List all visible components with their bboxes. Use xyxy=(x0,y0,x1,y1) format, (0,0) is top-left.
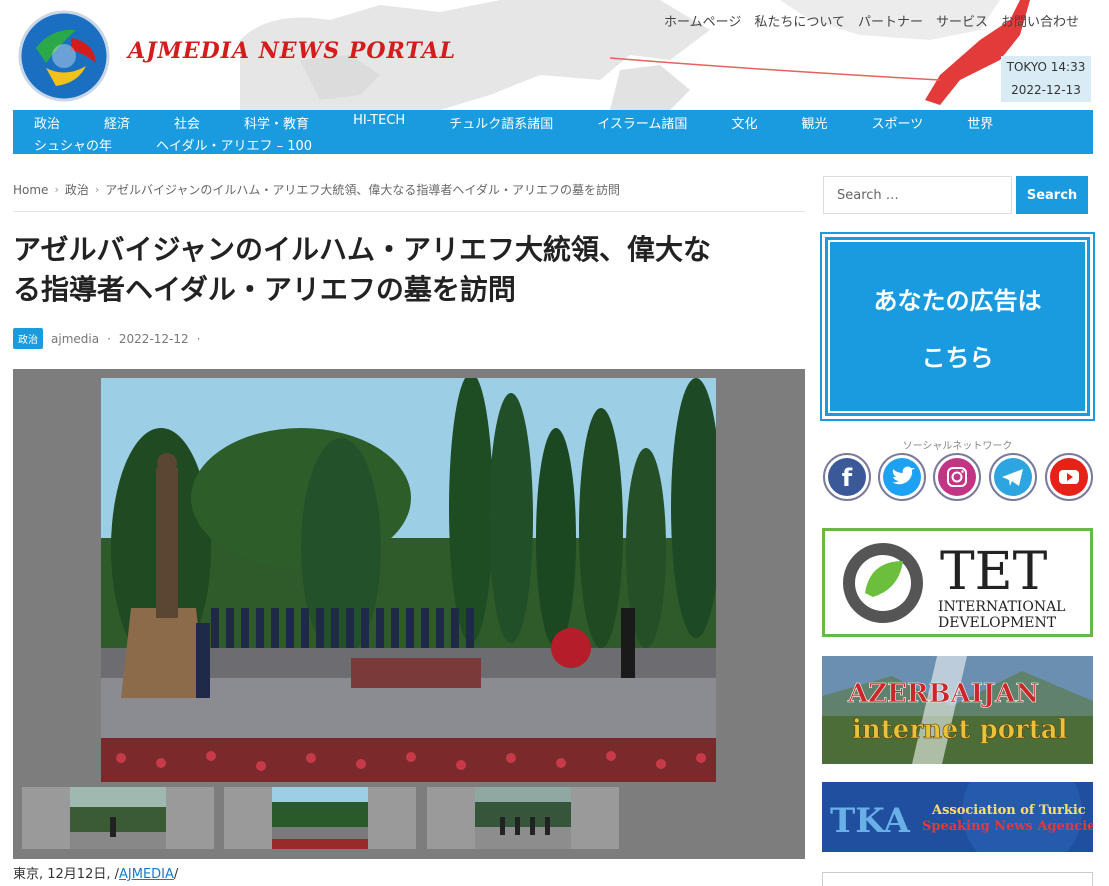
svg-text:f: f xyxy=(842,464,853,492)
breadcrumb-home[interactable]: Home xyxy=(13,183,48,197)
tet-international-banner[interactable]: TET INTERNATIONAL DEVELOPMENT xyxy=(822,528,1093,637)
article-title-line-1: アゼルバイジャンのイルハム・アリエフ大統領、偉大な xyxy=(13,233,712,266)
category-badge[interactable]: 政治 xyxy=(13,328,43,349)
tka-line-2: Speaking News Agencies xyxy=(922,819,1093,834)
breadcrumb: Home › 政治 › アゼルバイジャンのイルハム・アリエフ大統領、偉大なる指導… xyxy=(13,181,620,198)
nav-item-politics[interactable]: 政治 xyxy=(34,113,60,132)
article-caption: 東京, 12月12日, /AJMEDIA/ xyxy=(13,863,178,882)
sidebar-banner-partial[interactable] xyxy=(822,872,1093,886)
ad-box-inner: あなたの広告は こちら xyxy=(828,240,1087,413)
tka-logo: TKA xyxy=(830,801,910,841)
facebook-icon[interactable]: f xyxy=(823,453,871,501)
breadcrumb-current: アゼルバイジャンのイルハム・アリエフ大統領、偉大なる指導者ヘイダル・アリエフの墓… xyxy=(105,183,620,197)
social-links: f xyxy=(822,453,1093,503)
aip-subtitle: internet portal xyxy=(852,715,1068,745)
tet-subtitle-1: INTERNATIONAL xyxy=(938,599,1065,615)
gallery-thumbnail-3[interactable] xyxy=(427,787,619,849)
tet-subtitle-2: DEVELOPMENT xyxy=(938,615,1057,631)
nav-item-turkic-countries[interactable]: チュルク語系諸国 xyxy=(449,113,553,132)
top-nav-home[interactable]: ホームページ xyxy=(664,11,741,30)
tka-banner-art: TKA Association of Turkic Speaking News … xyxy=(822,782,1093,852)
nav-item-economy[interactable]: 経済 xyxy=(104,113,130,132)
search-button[interactable]: Search xyxy=(1016,176,1088,214)
breadcrumb-divider xyxy=(13,211,805,212)
advertise-here-box[interactable]: あなたの広告は こちら xyxy=(820,232,1095,421)
site-logo-text[interactable]: AJMEDIA NEWS PORTAL xyxy=(128,38,456,64)
gallery-thumbnail-2[interactable] xyxy=(224,787,416,849)
article-meta: 政治 ajmedia · 2022-12-12 · xyxy=(13,328,200,349)
tokyo-clock: TOKYO 14:33 2022-12-13 xyxy=(1001,56,1091,102)
caption-source-link[interactable]: AJMEDIA xyxy=(119,867,174,882)
gallery-thumbnail-1[interactable] xyxy=(22,787,214,849)
ad-line-2: こちら xyxy=(921,343,994,372)
nav-item-society[interactable]: 社会 xyxy=(174,113,200,132)
thumbnail-image xyxy=(70,787,166,849)
top-nav-services[interactable]: サービス xyxy=(936,11,988,30)
site-logo-globe[interactable] xyxy=(16,8,112,104)
main-navigation: 政治 経済 社会 科学・教育 HI-TECH チュルク語系諸国 イスラーム諸国 … xyxy=(13,110,1093,154)
breadcrumb-separator-icon: › xyxy=(54,183,59,196)
main-nav-row-1: 政治 経済 社会 科学・教育 HI-TECH チュルク語系諸国 イスラーム諸国 … xyxy=(13,113,993,132)
nav-item-world[interactable]: 世界 xyxy=(967,113,993,132)
nav-item-hi-tech[interactable]: HI-TECH xyxy=(353,113,405,132)
meta-separator: · xyxy=(107,331,111,346)
instagram-icon[interactable] xyxy=(933,453,981,501)
nav-item-sports[interactable]: スポーツ xyxy=(871,113,923,132)
site-header: AJMEDIA NEWS PORTAL ホームページ 私たちについて パートナー… xyxy=(0,0,1109,110)
tka-association-banner[interactable]: TKA Association of Turkic Speaking News … xyxy=(822,782,1093,852)
thumbnail-image xyxy=(475,787,571,849)
aip-title: AZERBAIJAN xyxy=(847,679,1039,709)
telegram-icon[interactable] xyxy=(989,453,1037,501)
twitter-icon[interactable] xyxy=(878,453,926,501)
article-author[interactable]: ajmedia xyxy=(51,332,99,346)
search-input[interactable] xyxy=(823,176,1012,214)
caption-prefix: 東京, 12月12日, / xyxy=(13,867,119,882)
nav-item-islamic-countries[interactable]: イスラーム諸国 xyxy=(597,113,687,132)
top-nav-about[interactable]: 私たちについて xyxy=(754,11,845,30)
social-network-title: ソーシャルネットワーク xyxy=(902,441,1013,452)
gallery-main-photo[interactable] xyxy=(101,378,716,782)
article-title: アゼルバイジャンのイルハム・アリエフ大統領、偉大な る指導者ヘイダル・アリエフの… xyxy=(13,230,803,310)
main-nav-row-2: シュシャの年 ヘイダル・アリエフ – 100 xyxy=(13,135,312,154)
breadcrumb-separator-icon: › xyxy=(94,183,100,196)
tet-brand: TET xyxy=(940,542,1048,602)
article-title-line-2: る指導者ヘイダル・アリエフの墓を訪問 xyxy=(13,273,516,306)
article-date: 2022-12-12 xyxy=(118,331,189,346)
aip-banner-art: AZERBAIJAN internet portal xyxy=(822,656,1093,764)
top-navigation: ホームページ 私たちについて パートナー サービス お問い合わせ xyxy=(664,11,1079,30)
nav-item-heydar-aliyev-100[interactable]: ヘイダル・アリエフ – 100 xyxy=(156,135,312,154)
nav-item-culture[interactable]: 文化 xyxy=(731,113,757,132)
clock-time: TOKYO 14:33 xyxy=(1006,60,1086,74)
photo-gallery xyxy=(13,369,805,859)
thumbnail-image xyxy=(272,787,368,849)
memorial-photo xyxy=(101,378,716,782)
breadcrumb-category[interactable]: 政治 xyxy=(65,181,89,198)
nav-item-science-education[interactable]: 科学・教育 xyxy=(244,113,309,132)
youtube-icon[interactable] xyxy=(1045,453,1093,501)
nav-item-year-of-shusha[interactable]: シュシャの年 xyxy=(34,135,112,154)
clock-date: 2022-12-13 xyxy=(1011,83,1081,97)
top-nav-partners[interactable]: パートナー xyxy=(858,11,923,30)
caption-suffix: / xyxy=(173,867,179,882)
ad-line-1: あなたの広告は xyxy=(873,286,1042,315)
azerbaijan-internet-portal-banner[interactable]: AZERBAIJAN internet portal xyxy=(822,656,1093,764)
meta-separator: · xyxy=(196,331,201,346)
tka-line-1: Association of Turkic xyxy=(931,803,1086,818)
top-nav-contact[interactable]: お問い合わせ xyxy=(1001,11,1079,30)
nav-item-tourism[interactable]: 観光 xyxy=(801,113,827,132)
tet-logo: TET INTERNATIONAL DEVELOPMENT xyxy=(843,542,1065,631)
